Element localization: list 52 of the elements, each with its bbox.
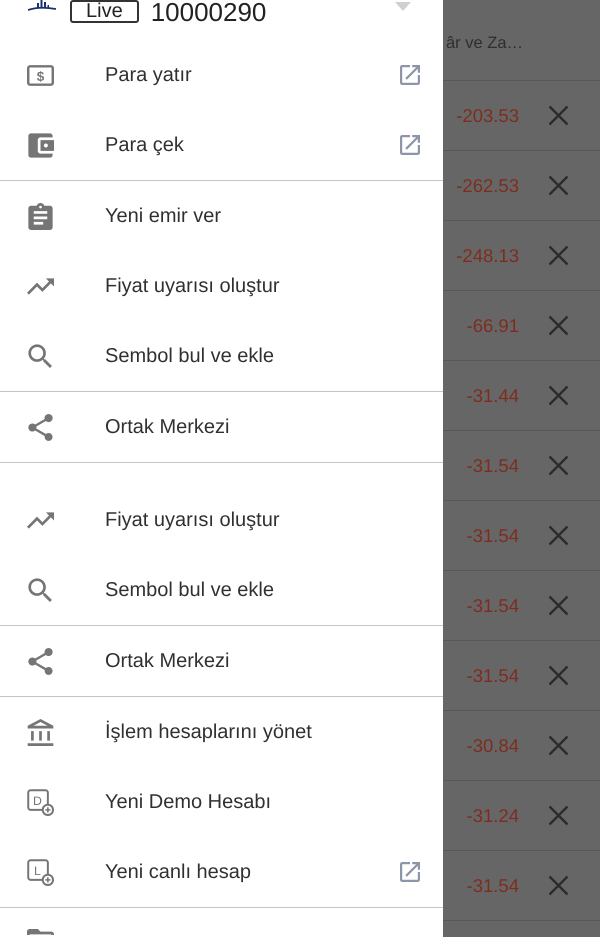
account-type-badge: Live bbox=[70, 0, 139, 23]
pnl-value: -203.53 bbox=[455, 104, 519, 126]
bank-icon bbox=[27, 718, 54, 746]
search-icon bbox=[27, 342, 54, 370]
column-header: âr ve Za… bbox=[446, 34, 524, 52]
close-icon[interactable] bbox=[548, 875, 569, 896]
close-icon[interactable] bbox=[548, 595, 569, 616]
pnl-value: -31.54 bbox=[466, 524, 519, 546]
menu-item[interactable]: İşlem hesaplarını yönet bbox=[0, 697, 443, 767]
pnl-value: -66.91 bbox=[466, 314, 519, 336]
clipboard-icon bbox=[27, 202, 54, 230]
pnl-value: -31.44 bbox=[466, 384, 519, 406]
close-icon[interactable] bbox=[548, 455, 569, 476]
close-icon[interactable] bbox=[548, 385, 569, 406]
menu-item[interactable]: D Yeni Demo Hesabı bbox=[0, 767, 443, 837]
share-icon bbox=[27, 648, 54, 674]
pnl-value: -248.13 bbox=[455, 244, 519, 266]
close-icon[interactable] bbox=[548, 315, 569, 336]
pnl-value: -31.54 bbox=[466, 454, 519, 476]
dropdown-caret-icon[interactable] bbox=[395, 2, 411, 11]
close-icon[interactable] bbox=[548, 665, 569, 686]
external-link-icon[interactable] bbox=[400, 135, 420, 155]
folder-icon bbox=[27, 929, 54, 935]
menu-item[interactable]: Fiyat uyarısı oluştur bbox=[0, 251, 443, 321]
wallet-icon bbox=[27, 132, 54, 158]
menu-item[interactable]: Sembol bul ve ekle bbox=[0, 321, 443, 391]
pnl-value: -31.54 bbox=[466, 594, 519, 616]
menu-item[interactable]: Sembol bul ve ekle bbox=[0, 555, 443, 625]
external-link-icon[interactable] bbox=[400, 65, 420, 85]
pnl-value: -31.24 bbox=[466, 804, 519, 826]
pnl-value: -30.84 bbox=[466, 734, 519, 756]
account-number: 10000290 bbox=[150, 0, 266, 25]
menu-item[interactable]: Fiyat uyarısı oluştur bbox=[0, 485, 443, 555]
pnl-value: -262.53 bbox=[455, 174, 519, 196]
close-icon[interactable] bbox=[548, 245, 569, 266]
menu-item[interactable]: $ Para yatır bbox=[0, 40, 443, 110]
share-icon bbox=[27, 414, 54, 440]
pnl-value: -31.54 bbox=[466, 874, 519, 896]
menu-item[interactable]: Para çek bbox=[0, 110, 443, 180]
close-icon[interactable] bbox=[548, 105, 569, 126]
close-icon[interactable] bbox=[548, 175, 569, 196]
logo-icon bbox=[28, 0, 56, 11]
menu-item[interactable]: L Yeni canlı hesap bbox=[0, 837, 443, 907]
menu-item[interactable]: Ortak Merkezi bbox=[0, 626, 443, 696]
search-icon bbox=[27, 576, 54, 604]
menu-item[interactable]: Ortak Merkezi bbox=[0, 392, 443, 462]
menu-item[interactable]: Yeni emir ver bbox=[0, 181, 443, 251]
close-icon[interactable] bbox=[548, 805, 569, 826]
external-link-icon[interactable] bbox=[400, 862, 420, 882]
close-icon[interactable] bbox=[548, 525, 569, 546]
close-icon[interactable] bbox=[548, 735, 569, 756]
pnl-value: -31.54 bbox=[466, 664, 519, 686]
